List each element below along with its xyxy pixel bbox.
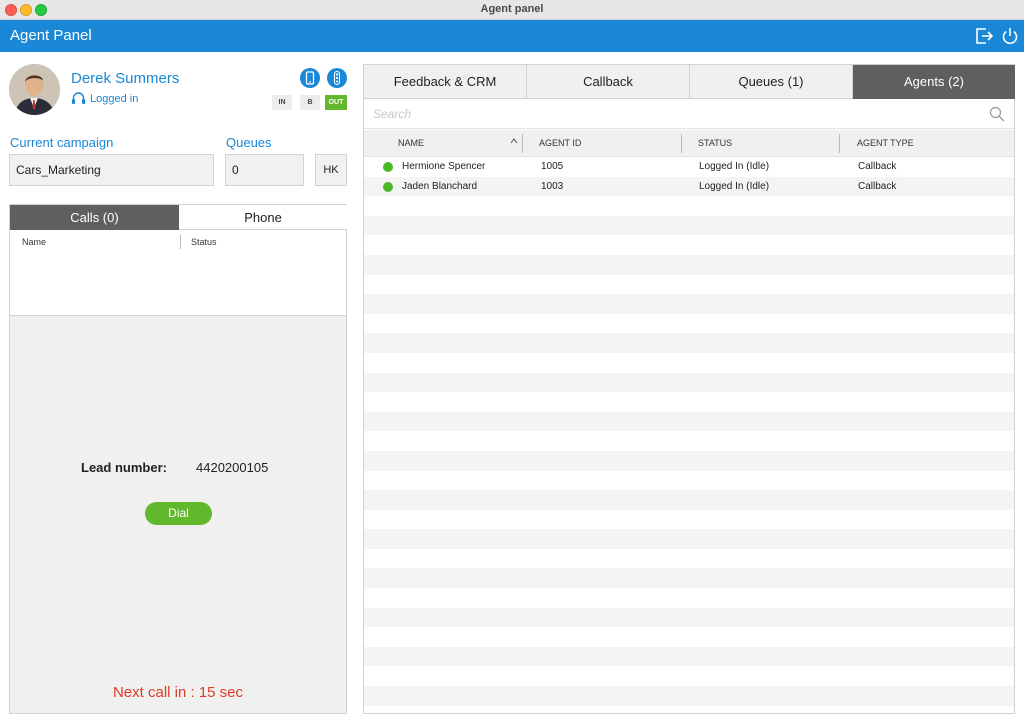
queues-count-field: 0 [225, 154, 304, 186]
empty-row [364, 411, 1014, 432]
tab-callback[interactable]: Callback [527, 65, 690, 99]
column-header-name[interactable]: NAME [398, 138, 424, 148]
empty-row [364, 392, 1014, 412]
empty-row [364, 607, 1014, 628]
queues-label: Queues [226, 135, 272, 150]
empty-row [364, 686, 1014, 706]
column-header-agent-type[interactable]: AGENT TYPE [857, 138, 914, 148]
column-divider [180, 235, 181, 249]
agents-table-header: NAME AGENT ID STATUS AGENT TYPE [364, 130, 1014, 157]
agents-table-body: Hermione Spencer 1005 Logged In (Idle) C… [364, 157, 1014, 714]
table-row[interactable]: Jaden Blanchard 1003 Logged In (Idle) Ca… [364, 176, 1014, 197]
empty-row [364, 196, 1014, 216]
power-icon[interactable] [1000, 26, 1020, 46]
app-header: Agent Panel [0, 20, 1024, 52]
empty-row [364, 646, 1014, 667]
tab-feedback-crm[interactable]: Feedback & CRM [364, 65, 527, 99]
tab-phone[interactable]: Phone [179, 205, 347, 230]
agents-panel: Feedback & CRM Callback Queues (1) Agent… [363, 64, 1015, 714]
mobile-phone-button[interactable] [300, 68, 320, 88]
dial-button[interactable]: Dial [145, 502, 212, 525]
empty-row [364, 529, 1014, 549]
empty-row [364, 549, 1014, 569]
empty-row [364, 314, 1014, 334]
empty-row [364, 588, 1014, 608]
column-divider [522, 134, 523, 153]
mode-out-button[interactable]: OUT [325, 95, 347, 110]
traffic-light-icon [333, 70, 341, 86]
tab-queues[interactable]: Queues (1) [690, 65, 853, 99]
empty-row [364, 471, 1014, 491]
next-call-countdown: Next call in : 15 sec [112, 684, 244, 701]
agent-name-cell: Jaden Blanchard [402, 180, 478, 192]
agent-type-cell: Callback [858, 180, 897, 192]
empty-row [364, 333, 1014, 353]
empty-row [364, 666, 1014, 686]
agent-id-cell: 1005 [541, 161, 564, 172]
tab-calls[interactable]: Calls (0) [10, 205, 179, 230]
column-header-agent-id[interactable]: AGENT ID [539, 138, 581, 148]
agent-name-cell: Hermione Spencer [402, 161, 486, 172]
agent-name: Derek Summers [71, 70, 180, 87]
table-row[interactable]: Hermione Spencer 1005 Logged In (Idle) C… [364, 157, 1014, 177]
headset-icon [72, 92, 85, 104]
empty-row [364, 353, 1014, 373]
logout-icon[interactable] [974, 26, 994, 46]
lead-number-label: Lead number: [81, 460, 167, 475]
calls-panel: Calls (0) Phone Name Status Lead number:… [9, 204, 347, 714]
calls-column-status[interactable]: Status [191, 237, 217, 247]
empty-row [364, 510, 1014, 530]
app-title: Agent Panel [10, 27, 92, 44]
column-divider [839, 134, 840, 153]
search-input[interactable] [364, 99, 1014, 129]
empty-row [364, 372, 1014, 393]
mode-in-button[interactable]: IN [272, 95, 292, 110]
empty-row [364, 254, 1014, 275]
empty-row [364, 294, 1014, 314]
agent-status: Logged in [90, 93, 139, 105]
column-divider [681, 134, 682, 153]
empty-row [364, 275, 1014, 295]
column-header-status[interactable]: STATUS [698, 138, 732, 148]
sort-ascending-icon[interactable] [510, 137, 518, 145]
agent-id-cell: 1003 [541, 180, 564, 192]
empty-row [364, 627, 1014, 647]
tab-agents[interactable]: Agents (2) [853, 65, 1015, 99]
calls-table: Name Status [10, 230, 346, 316]
empty-row [364, 215, 1014, 236]
empty-row [364, 235, 1014, 255]
window-title: Agent panel [480, 3, 544, 15]
mode-b-button[interactable]: B [300, 95, 320, 110]
agent-avatar [9, 64, 60, 115]
search-icon[interactable] [989, 106, 1005, 122]
mobile-phone-icon [305, 71, 315, 85]
agent-status-cell: Logged In (Idle) [699, 180, 770, 192]
agent-type-cell: Callback [858, 161, 897, 172]
traffic-light-button[interactable] [327, 68, 347, 88]
calls-column-name[interactable]: Name [22, 237, 46, 247]
hk-button[interactable]: HK [315, 154, 347, 186]
status-indicator-dot [383, 181, 393, 192]
current-campaign-field[interactable]: Cars_Marketing [9, 154, 214, 186]
empty-row [364, 568, 1014, 589]
empty-row [364, 431, 1014, 451]
agent-status-cell: Logged In (Idle) [699, 161, 770, 172]
lead-number-value: 4420200105 [196, 460, 269, 475]
current-campaign-label: Current campaign [10, 135, 114, 150]
window-title-bar: Agent panel [0, 0, 1024, 20]
status-indicator-dot [383, 162, 393, 172]
empty-row [364, 450, 1014, 471]
empty-row [364, 490, 1014, 510]
